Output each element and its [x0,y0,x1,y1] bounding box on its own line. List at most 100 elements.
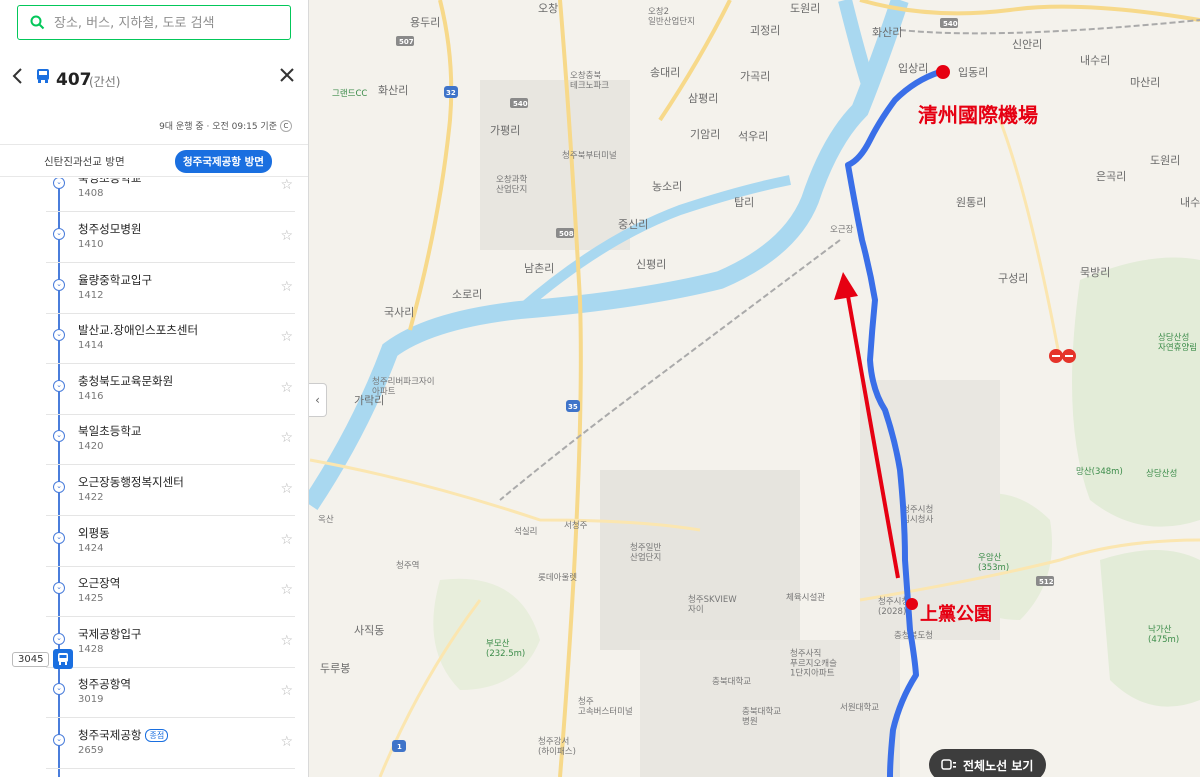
map-label: 도원리 [790,2,820,15]
bus-vehicle-number: 3045 [12,651,50,667]
favorite-star-icon[interactable]: ☆ [280,329,293,345]
stop-code: 1414 [78,340,104,351]
map-label: 국사리 [384,306,414,319]
map-label: 신안리 [1012,38,1042,51]
stop-name: 오근장동행정복지센터 [78,475,184,489]
stop-code: 1416 [78,391,104,402]
search-box[interactable] [17,5,291,40]
road-shield: 508 [556,228,574,238]
road-shield: 35 [566,400,580,412]
map-label: 신평리 [636,258,666,271]
stop-name: 발산교.장애인스포츠센터 [78,323,199,337]
stop-item[interactable]: ⌄ 국제공항입구 1428 ☆ [46,617,295,668]
map-label: 서원대학교 [840,702,879,713]
svg-text:540: 540 [943,20,958,28]
stop-name-text: 청주국제공항 [78,728,142,742]
map-label: 화산리 [872,26,902,39]
favorite-star-icon[interactable]: ☆ [280,228,293,244]
favorite-star-icon[interactable]: ☆ [280,683,293,699]
map-label: 용두리 [410,16,440,29]
stop-item[interactable]: ⌄ 오근장동행정복지센터 1422 ☆ [46,465,295,516]
refresh-icon[interactable]: C [280,119,292,132]
map-label: 오근장 [830,224,854,235]
map-label: 은곡리 [1096,170,1126,183]
tab-direction-airport[interactable]: 청주국제공항 방면 [175,150,272,173]
stop-node-icon: ⌄ [53,481,65,493]
map-label: 마산리 [1130,76,1160,89]
stop-node-icon: ⌄ [53,734,65,746]
map-label: 망산(348m) [1076,466,1123,477]
svg-text:507: 507 [399,38,414,46]
favorite-star-icon[interactable]: ☆ [280,633,293,649]
favorite-star-icon[interactable]: ☆ [280,430,293,446]
stop-name: 오근장역 [78,576,121,590]
collapse-panel-button[interactable]: ‹ [309,383,327,417]
tab-direction-sintanjin[interactable]: 신탄진과선교 방면 [44,154,125,169]
stop-item[interactable]: ⌄ 외평동 1424 ☆ [46,516,295,567]
stop-item[interactable]: ⌄ 율량중학교입구 1412 ☆ [46,263,295,314]
map-label: 내수 [1180,196,1200,209]
map-label: 충북대학교 [712,676,751,687]
stop-name: 청주성모병원 [78,222,142,236]
stop-item[interactable]: ⌄ 발산교.장애인스포츠센터 1414 ☆ [46,313,295,364]
stop-node-icon: ⌄ [53,532,65,544]
map-label: 농소리 [652,180,682,193]
stop-code: 1425 [78,593,104,604]
map-label: 구성리 [998,272,1028,285]
park-annotation: 上黨公園 [920,603,992,625]
bus-position-marker[interactable]: 3045 [12,649,74,669]
favorite-star-icon[interactable]: ☆ [280,279,293,295]
stop-node-icon: ⌄ [53,380,65,392]
full-route-button[interactable]: 전체노선 보기 [929,749,1046,777]
search-icon [30,15,45,30]
close-icon[interactable] [278,66,296,84]
park-marker[interactable] [906,598,918,610]
stop-item[interactable]: ⌄ 오근장역 1425 ☆ [46,566,295,617]
map-label: 괴정리 [750,24,780,37]
back-arrow-icon[interactable] [10,66,26,86]
stop-node-icon: ⌄ [53,329,65,341]
map-label: 옥산 [318,514,334,525]
stop-node-icon: ⌄ [53,279,65,291]
favorite-star-icon[interactable]: ☆ [280,582,293,598]
airport-marker[interactable] [936,65,950,79]
svg-text:508: 508 [559,230,574,238]
favorite-star-icon[interactable]: ☆ [280,380,293,396]
airport-annotation: 清州國際機場 [918,103,1038,127]
favorite-star-icon[interactable]: ☆ [280,178,293,193]
stop-name: 청주공항역 [78,677,131,691]
map-label: 청주역 [396,560,419,571]
map-label: 서청주 [564,521,588,531]
favorite-star-icon[interactable]: ☆ [280,734,293,750]
svg-text:1: 1 [397,743,402,751]
map-label: 입동리 [958,66,988,79]
stop-item[interactable]: ⌄ 청주국제공항 종점 2659 ☆ [46,718,295,769]
map-label: 중신리 [618,218,648,231]
map-label: 가곡리 [740,70,770,83]
stop-name: 외평동 [78,526,110,540]
search-input[interactable] [54,12,284,34]
svg-text:512: 512 [1039,578,1054,586]
bus-icon [37,69,49,83]
road-shield: 507 [396,36,414,46]
favorite-star-icon[interactable]: ☆ [280,532,293,548]
stop-name: 북일초등학교 [78,424,142,438]
stop-code: 1412 [78,290,104,301]
stop-item[interactable]: ⌄ 북영초등학교 1408 ☆ [46,178,295,212]
stop-item[interactable]: ⌄ 청주성모병원 1410 ☆ [46,212,295,263]
stop-code: 1420 [78,441,104,452]
stop-item[interactable]: ⌄ 청주공항역 3019 ☆ [46,667,295,718]
favorite-star-icon[interactable]: ☆ [280,481,293,497]
stop-item[interactable]: ⌄ 북일초등학교 1420 ☆ [46,414,295,465]
map-label: 남촌리 [524,262,554,275]
stop-node-icon: ⌄ [53,633,65,645]
road-shield: 512 [1036,576,1054,586]
map-label: 입상리 [898,62,928,75]
map-label: 오창과학 산업단지 [496,174,527,195]
stop-code: 1408 [78,188,104,199]
map-label: 석우리 [738,130,768,143]
stop-code: 1424 [78,543,104,554]
map-label: 삼평리 [688,92,718,105]
stop-item[interactable]: ⌄ 충청북도교육문화원 1416 ☆ [46,364,295,415]
map-label: 롯데아울렛 [538,572,577,583]
